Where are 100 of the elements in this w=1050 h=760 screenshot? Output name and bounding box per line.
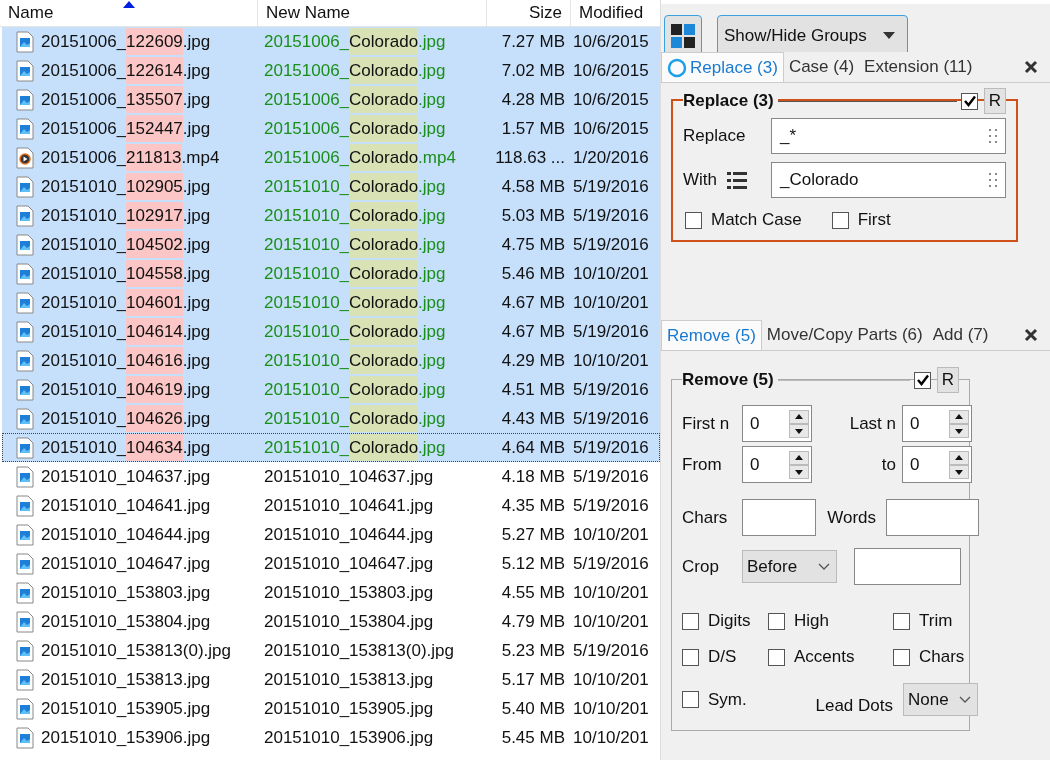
checkbox[interactable] [831,211,849,229]
size-cell: 4.67 MB [501,292,565,313]
modified-cell: 10/6/2015 [573,60,649,81]
image-file-icon [16,523,34,546]
file-row[interactable]: 20151010_104614.jpg 20151010_Colorado.jpg 4.67 MB 5/19/2016 [2,317,660,346]
file-row[interactable]: 20151010_104644.jpg 20151010_104644.jpg 5.27 MB 10/10/201 [2,520,660,549]
image-file-icon [16,465,34,488]
number-spinner[interactable]: 0 [742,405,812,442]
new-name-column-header[interactable]: New Name [258,0,487,26]
file-row[interactable]: 20151010_153804.jpg 20151010_153804.jpg 4.79 MB 10/10/201 [2,607,660,636]
file-row[interactable]: 20151010_153906.jpg 20151010_153906.jpg 5.45 MB 10/10/201 [2,723,660,752]
new-name-cell: 20151006_Colorado.jpg [264,28,446,55]
close-icon[interactable] [1024,60,1038,74]
reset-button[interactable]: R [937,367,959,393]
modified-cell: 10/10/201 [573,698,649,719]
size-column-header[interactable]: Size [487,0,571,26]
checkbox[interactable] [768,648,785,666]
caret-icon [882,32,895,39]
enable-checkbox[interactable] [961,92,978,110]
new-name-cell: 20151006_Colorado.jpg [264,57,446,84]
reset-button[interactable]: R [984,88,1006,114]
file-row[interactable]: 20151010_104619.jpg 20151010_Colorado.jpg 4.51 MB 5/19/2016 [2,375,660,404]
file-row[interactable]: 20151006_122614.jpg 20151006_Colorado.jpg 7.02 MB 10/6/2015 [2,56,660,85]
file-row[interactable]: 20151010_104637.jpg 20151010_104637.jpg 4.18 MB 5/19/2016 [2,462,660,491]
checkbox[interactable] [685,211,702,229]
checkbox[interactable] [682,648,699,666]
file-row[interactable]: 20151010_153813(0).jpg 20151010_153813(0).jpg 5.23 MB 5/19/2016 [2,636,660,665]
lead-dots-dropdown[interactable]: None [903,683,978,716]
new-name-cell-text: 20151010_153905.jpg [264,697,434,720]
tiles-icon [671,23,695,48]
modified-cell: 10/6/2015 [573,89,649,110]
group-tab[interactable]: Replace (3) [661,52,784,82]
modified-cell: 10/10/201 [573,727,649,748]
file-row[interactable]: 20151010_104626.jpg 20151010_Colorado.jpg 4.43 MB 5/19/2016 [2,404,660,433]
file-row[interactable]: 20151010_104641.jpg 20151010_104641.jpg 4.35 MB 5/19/2016 [2,491,660,520]
text-field[interactable] [742,499,816,536]
file-name-cell-text: 20151010_104641.jpg [41,494,211,517]
file-name-cell: 20151010_104601.jpg [41,289,211,316]
image-file-icon [16,175,34,198]
size-cell: 4.28 MB [501,89,565,110]
file-row[interactable]: 20151010_153803.jpg 20151010_153803.jpg 4.55 MB 10/10/201 [2,578,660,607]
image-file-icon [16,59,34,82]
group-tab[interactable]: Add (7) [927,320,994,350]
file-row[interactable]: 20151010_102905.jpg 20151010_Colorado.jpg 4.58 MB 5/19/2016 [2,172,660,201]
close-icon[interactable] [1024,328,1038,342]
name-column-header[interactable]: Name [0,0,258,26]
new-name-cell-text: 20151010_104637.jpg [264,465,434,488]
file-row[interactable]: 20151010_153905.jpg 20151010_153905.jpg 5.40 MB 10/10/201 [2,694,660,723]
image-file-icon [16,291,34,314]
image-file-icon [16,320,34,343]
grip-icon [989,129,997,143]
file-row[interactable]: 20151010_104502.jpg 20151010_Colorado.jpg 4.75 MB 5/19/2016 [2,230,660,259]
enable-checkbox[interactable] [914,371,931,389]
file-row[interactable]: 20151010_104634.jpg 20151010_Colorado.jpg 4.64 MB 5/19/2016 [2,433,660,462]
image-file-icon [16,726,34,749]
checkbox[interactable] [893,648,910,666]
number-spinner[interactable]: 0 [742,446,812,483]
file-row[interactable]: 20151006_122609.jpg 20151006_Colorado.jpg 7.27 MB 10/6/2015 [2,27,660,56]
video-file-icon [16,146,34,169]
new-name-cell: 20151010_Colorado.jpg [264,260,446,287]
number-spinner[interactable]: 0 [902,446,972,483]
image-file-icon [16,204,34,227]
checkbox[interactable] [893,612,910,630]
checkbox[interactable] [768,612,785,630]
file-row[interactable]: 20151010_102917.jpg 20151010_Colorado.jpg 5.03 MB 5/19/2016 [2,201,660,230]
modified-column-header[interactable]: Modified [571,0,660,26]
ring-icon [667,57,687,78]
size-cell: 5.03 MB [501,205,565,226]
file-row[interactable]: 20151006_152447.jpg 20151006_Colorado.jpg 1.57 MB 10/6/2015 [2,114,660,143]
checkbox[interactable] [682,612,699,630]
modified-cell: 5/19/2016 [573,408,649,429]
crop-dropdown[interactable]: Before [742,550,837,583]
new-name-cell-text: 20151010_153906.jpg [264,726,434,749]
modified-cell: 10/10/201 [573,582,649,603]
file-row[interactable]: 20151010_104601.jpg 20151010_Colorado.jpg 4.67 MB 10/10/201 [2,288,660,317]
file-name-cell: 20151006_122614.jpg [41,57,211,84]
checkbox[interactable] [682,691,699,708]
file-row[interactable]: 20151010_104616.jpg 20151010_Colorado.jpg 4.29 MB 10/10/201 [2,346,660,375]
group-tab[interactable]: Move/Copy Parts (6) [761,320,928,350]
group-title: Remove (5) [682,370,778,390]
file-name-cell-text: 20151010_104644.jpg [41,523,211,546]
image-file-icon [16,117,34,140]
text-field[interactable]: _Colorado [771,162,1006,198]
number-spinner[interactable]: 0 [902,405,972,442]
file-row[interactable]: 20151010_104647.jpg 20151010_104647.jpg 5.12 MB 5/19/2016 [2,549,660,578]
text-field[interactable]: _* [771,118,1006,154]
file-row[interactable]: 20151010_104558.jpg 20151010_Colorado.jpg 5.46 MB 10/10/201 [2,259,660,288]
file-row[interactable]: 20151006_135507.jpg 20151006_Colorado.jpg 4.28 MB 10/6/2015 [2,85,660,114]
size-cell: 4.58 MB [501,176,565,197]
file-row[interactable]: 20151010_153813.jpg 20151010_153813.jpg 5.17 MB 10/10/201 [2,665,660,694]
group-tab[interactable]: Remove (5) [661,320,762,350]
checkbox-label: First [857,210,891,230]
file-row[interactable]: 20151006_211813.mp4 20151006_Colorado.mp4 118.63 ... 1/20/2016 [2,143,660,172]
list-icon[interactable] [727,171,747,189]
file-name-cell: 20151006_152447.jpg [41,115,211,142]
image-file-icon [16,349,34,372]
text-field[interactable] [886,499,979,536]
text-field[interactable] [854,548,961,585]
image-file-icon [16,262,34,285]
modified-cell: 10/10/201 [573,292,649,313]
